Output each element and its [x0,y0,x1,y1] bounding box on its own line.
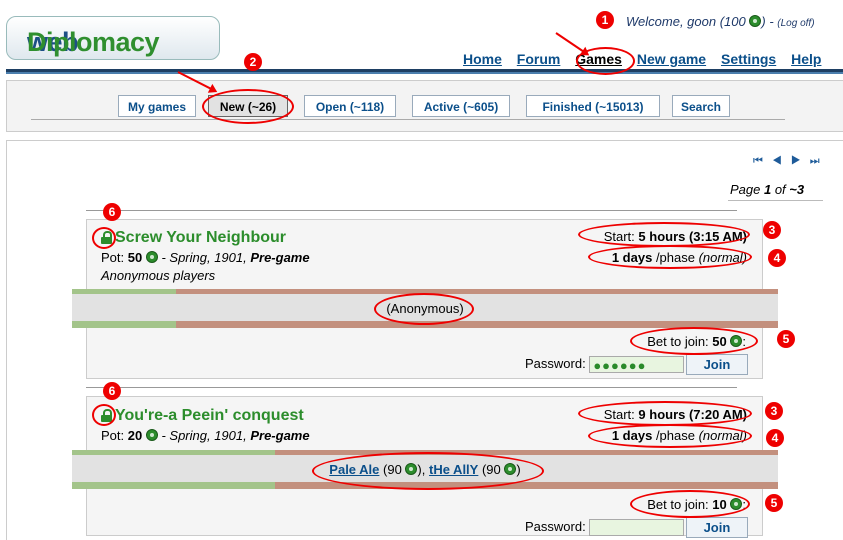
game-phase-state: Pre-game [250,250,310,265]
pager-rule [728,200,823,201]
tab-open[interactable]: Open (~118) [304,95,396,117]
nav-help[interactable]: Help [791,51,821,67]
game-title[interactable]: Screw Your Neighbour [101,229,286,247]
annotation-ellipse [374,293,474,325]
game-name: You're-a Peein' conquest [115,407,304,424]
annotation-badge-5: 5 [765,494,783,512]
password-row: Password: Join [525,517,748,538]
separator [86,387,737,388]
annotation-badge-1: 1 [596,11,614,29]
tab-my-games[interactable]: My games [118,95,196,117]
password-row: Password: ●●●●●● Join [525,354,748,375]
username: goon [687,14,717,29]
tab-search[interactable]: Search [672,95,730,117]
annotation-badge-6: 6 [103,203,121,221]
pot-value: 50 [127,250,143,265]
nav-settings[interactable]: Settings [721,51,776,67]
points-value: (100 [719,14,746,29]
join-button[interactable]: Join [685,354,748,375]
coin-icon [145,429,158,441]
page-indicator: Page 1 of ~3 [730,182,804,197]
annotation-badge-2: 2 [244,53,262,71]
page-label: Page [730,182,764,197]
annotation-ellipse [630,327,758,355]
anonymous-note: Anonymous players [101,268,216,283]
game-title[interactable]: You're-a Peein' conquest [101,407,304,425]
annotation-ellipse [92,227,116,249]
pot-label: Pot: [101,428,128,443]
password-label: Password: [525,355,590,371]
annotation-ellipse [92,404,116,426]
separator [86,210,737,211]
game-pot: Pot: 20 - Spring, 1901, Pre-game [101,428,310,443]
pot-value: 20 [127,428,143,443]
game-pot: Pot: 50 - Spring, 1901, Pre-game [101,250,310,265]
game-name: Screw Your Neighbour [115,229,286,246]
game-season: - Spring, 1901, [157,428,251,443]
webdiplomacy-logo[interactable]: web Diplomacy [6,16,220,60]
tab-finished[interactable]: Finished (~15013) [526,95,660,117]
annotation-badge-5: 5 [777,330,795,348]
join-button[interactable]: Join [685,517,748,538]
main-nav: Home Forum Games New game Settings Help [463,51,832,67]
nav-home[interactable]: Home [463,51,502,67]
nav-new-game[interactable]: New game [637,51,706,67]
game-season: - Spring, 1901, [157,250,251,265]
welcome-text: Welcome, goon (100 ) - (Log off) [626,14,815,29]
annotation-badge-4: 4 [766,429,784,447]
annotation-badge-3: 3 [765,402,783,420]
annotation-ellipse [576,47,635,75]
annotation-ellipse [588,245,752,269]
page-total: ~3 [789,182,805,197]
page-of: of [771,182,790,197]
annotation-ellipse [588,424,752,448]
annotation-badge-3: 3 [763,221,781,239]
password-label: Password: [525,518,590,534]
pager-arrows-icon[interactable]: ⏮ ◀ ▶ ⏭ [753,155,823,168]
annotation-badge-4: 4 [768,249,786,267]
subtabs-rule [31,119,785,120]
logoff-prefix: - [765,14,778,29]
annotation-ellipse [578,222,750,247]
annotation-ellipse [630,490,750,518]
nav-divider-accent [6,72,843,74]
nav-forum[interactable]: Forum [517,51,561,67]
welcome-prefix: Welcome, [626,14,688,29]
points-coin-icon [749,15,762,27]
password-input[interactable]: ●●●●●● [589,356,685,373]
annotation-badge-6: 6 [103,382,121,400]
logoff-link[interactable]: (Log off) [777,18,814,29]
annotation-ellipse [312,452,544,490]
game-phase-state: Pre-game [250,428,310,443]
pot-label: Pot: [101,250,128,265]
tab-active[interactable]: Active (~605) [412,95,510,117]
logo-diplomacy: Diplomacy [27,27,160,57]
coin-icon [145,251,158,263]
annotation-ellipse [578,401,752,426]
annotation-ellipse [202,89,294,124]
